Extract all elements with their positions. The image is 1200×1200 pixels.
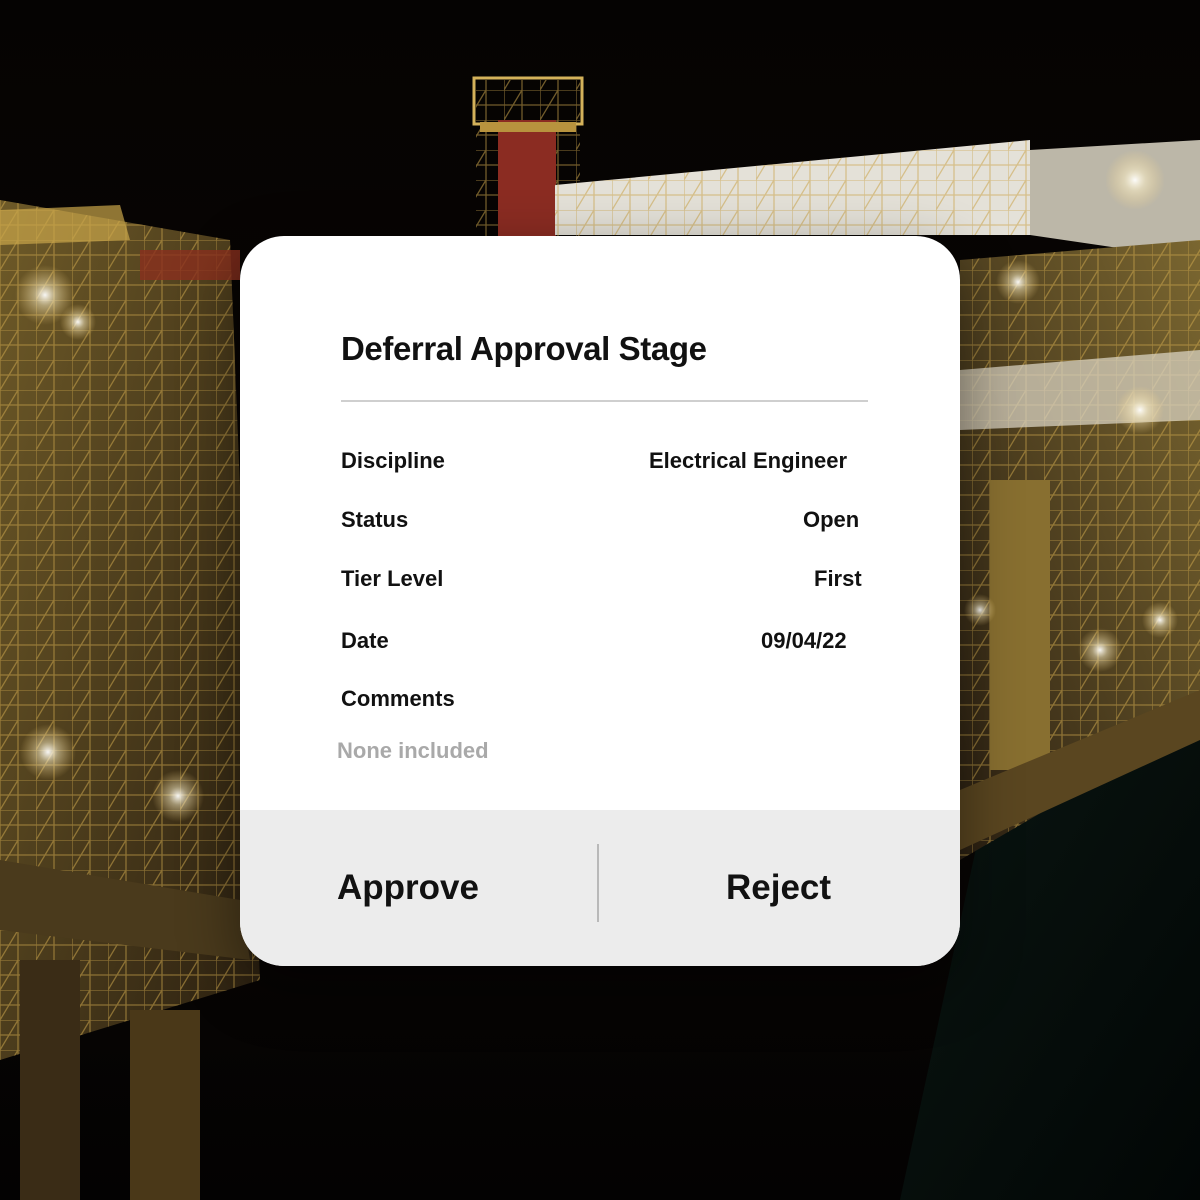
comments-label: Comments	[341, 686, 455, 711]
title-divider	[341, 400, 868, 402]
approve-button[interactable]: Approve	[337, 810, 479, 966]
card-title: Deferral Approval Stage	[341, 330, 707, 367]
date-label: Date	[341, 628, 389, 653]
status-label: Status	[341, 507, 409, 532]
field-row-date: Date 09/04/22	[341, 628, 881, 658]
discipline-label: Discipline	[341, 448, 445, 473]
tier-level-value: First	[814, 566, 862, 591]
discipline-value: Electrical Engineer	[649, 448, 848, 473]
screen: Deferral Approval Stage Discipline Elect…	[0, 0, 1200, 1200]
tier-level-label: Tier Level	[341, 566, 444, 591]
date-value: 09/04/22	[761, 628, 847, 653]
action-divider	[597, 844, 599, 922]
status-value: Open	[803, 507, 860, 532]
field-row-tier-level: Tier Level First	[341, 566, 881, 596]
field-row-discipline: Discipline Electrical Engineer	[341, 448, 881, 478]
deferral-approval-card: Deferral Approval Stage Discipline Elect…	[240, 236, 960, 966]
reject-button[interactable]: Reject	[726, 810, 831, 966]
field-row-status: Status Open	[341, 507, 881, 537]
comments-value: None included	[337, 738, 489, 763]
action-bar: Approve Reject	[240, 810, 960, 966]
